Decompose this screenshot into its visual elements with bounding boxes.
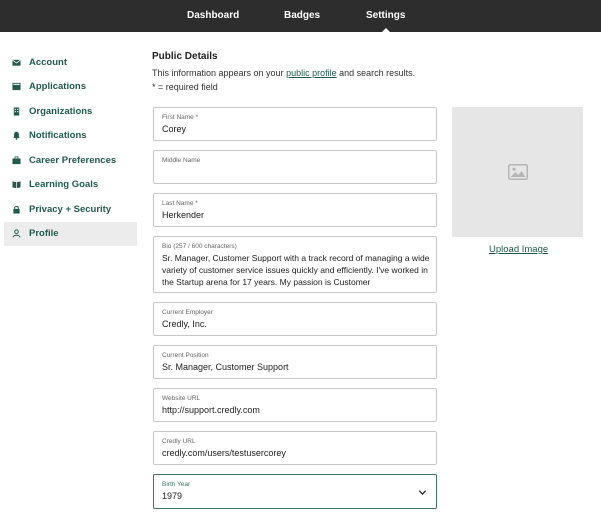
tab-badges[interactable]: Badges	[284, 0, 320, 32]
section-heading: Public Details	[152, 51, 218, 62]
upload-image-link[interactable]: Upload Image	[489, 244, 548, 255]
website-url-field[interactable]: Website URL http://support.credly.com	[153, 388, 437, 422]
sidebar-item-career-preferences[interactable]: Career Preferences	[4, 148, 137, 173]
application-icon	[12, 82, 21, 91]
current-position-label: Current Position	[162, 352, 209, 359]
birth-year-select[interactable]: Birth Year 1979	[153, 474, 437, 509]
middle-name-label: Middle Name	[162, 157, 201, 164]
credly-url-label: Credly URL	[162, 438, 196, 445]
website-url-label: Website URL	[162, 395, 201, 402]
tab-dashboard[interactable]: Dashboard	[187, 0, 239, 32]
lock-icon	[12, 205, 21, 214]
profile-image-placeholder	[452, 107, 583, 237]
website-url-value: http://support.credly.com	[162, 405, 260, 415]
sidebar-item-label: Notifications	[29, 130, 87, 142]
top-nav: Dashboard Badges Settings	[0, 0, 601, 32]
settings-sidebar: Account Applications Organizations Notif…	[4, 50, 137, 246]
last-name-field[interactable]: Last Name * Herkender	[153, 193, 437, 227]
current-employer-field[interactable]: Current Employer Credly, Inc.	[153, 302, 437, 336]
sidebar-item-label: Applications	[29, 81, 87, 93]
current-employer-value: Credly, Inc.	[162, 319, 207, 329]
envelope-icon	[12, 58, 21, 67]
sidebar-item-label: Career Preferences	[29, 154, 117, 166]
info-prefix: This information appears on your	[152, 68, 284, 78]
middle-name-field[interactable]: Middle Name	[153, 150, 437, 184]
sidebar-item-organizations[interactable]: Organizations	[4, 99, 137, 124]
sidebar-item-account[interactable]: Account	[4, 50, 137, 75]
credly-url-value: credly.com/users/testusercorey	[162, 448, 286, 458]
sidebar-item-privacy-security[interactable]: Privacy + Security	[4, 197, 137, 222]
birth-year-label: Birth Year	[162, 481, 191, 488]
sidebar-item-label: Account	[29, 56, 67, 68]
sidebar-item-label: Profile	[29, 228, 59, 240]
bio-label: Bio (257 / 600 characters)	[162, 243, 237, 250]
info-suffix: and search results.	[339, 68, 416, 78]
sidebar-item-label: Learning Goals	[29, 179, 99, 191]
required-note: * = required field	[152, 82, 218, 92]
bio-value: Sr. Manager, Customer Support with a tra…	[162, 253, 430, 287]
first-name-label: First Name *	[162, 114, 199, 121]
current-position-field[interactable]: Current Position Sr. Manager, Customer S…	[153, 345, 437, 379]
image-placeholder-icon	[507, 164, 528, 180]
bio-textarea[interactable]: Bio (257 / 600 characters) Sr. Manager, …	[153, 236, 437, 293]
first-name-field[interactable]: First Name * Corey	[153, 107, 437, 141]
sidebar-item-notifications[interactable]: Notifications	[4, 124, 137, 149]
book-icon	[12, 180, 21, 189]
current-position-value: Sr. Manager, Customer Support	[162, 362, 289, 372]
current-employer-label: Current Employer	[162, 309, 213, 316]
first-name-value: Corey	[162, 124, 187, 134]
sidebar-item-label: Privacy + Security	[29, 203, 112, 215]
info-text: This information appears on your public …	[152, 68, 415, 78]
user-icon	[12, 229, 21, 238]
credly-url-field[interactable]: Credly URL credly.com/users/testusercore…	[153, 431, 437, 465]
last-name-value: Herkender	[162, 210, 205, 220]
sidebar-item-applications[interactable]: Applications	[4, 75, 137, 100]
last-name-label: Last Name *	[162, 200, 198, 207]
briefcase-icon	[12, 156, 21, 165]
sidebar-item-learning-goals[interactable]: Learning Goals	[4, 173, 137, 198]
tab-settings[interactable]: Settings	[366, 0, 405, 32]
bell-icon	[12, 131, 21, 141]
public-profile-link[interactable]: public profile	[286, 68, 337, 78]
birth-year-value: 1979	[162, 491, 183, 501]
sidebar-item-label: Organizations	[29, 105, 93, 117]
building-icon	[12, 107, 21, 116]
chevron-down-icon	[418, 490, 427, 496]
sidebar-item-profile[interactable]: Profile	[4, 221, 137, 246]
